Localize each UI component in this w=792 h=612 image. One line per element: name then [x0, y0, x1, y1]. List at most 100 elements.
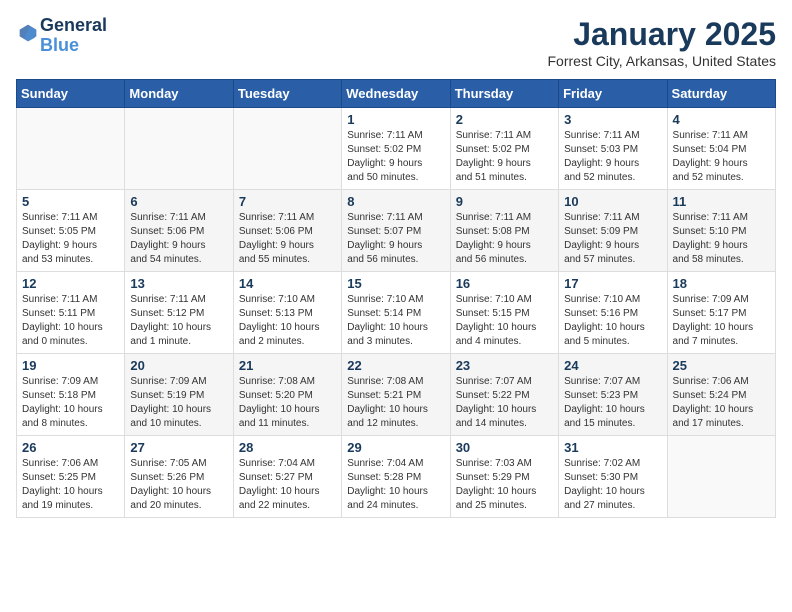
- calendar-cell: 1 Sunrise: 7:11 AMSunset: 5:02 PMDaylight…: [342, 108, 450, 190]
- col-header-tuesday: Tuesday: [233, 80, 341, 108]
- calendar-cell: 27Sunrise: 7:05 AMSunset: 5:26 PMDayligh…: [125, 436, 233, 518]
- day-info: Sunrise: 7:10 AMSunset: 5:14 PMDaylight:…: [347, 293, 444, 349]
- calendar-cell: 5 Sunrise: 7:11 AMSunset: 5:05 PMDaylight…: [17, 190, 125, 272]
- day-number: 11: [673, 194, 770, 209]
- day-info: Sunrise: 7:07 AMSunset: 5:23 PMDaylight:…: [564, 375, 661, 431]
- calendar-cell: 7 Sunrise: 7:11 AMSunset: 5:06 PMDaylight…: [233, 190, 341, 272]
- day-info: Sunrise: 7:10 AMSunset: 5:15 PMDaylight:…: [456, 293, 553, 349]
- calendar-cell: 6 Sunrise: 7:11 AMSunset: 5:06 PMDaylight…: [125, 190, 233, 272]
- day-info: Sunrise: 7:11 AMSunset: 5:06 PMDaylight:…: [239, 211, 336, 267]
- col-header-monday: Monday: [125, 80, 233, 108]
- day-number: 12: [22, 276, 119, 291]
- day-info: Sunrise: 7:10 AMSunset: 5:13 PMDaylight:…: [239, 293, 336, 349]
- day-info: Sunrise: 7:11 AMSunset: 5:09 PMDaylight:…: [564, 211, 661, 267]
- day-info: Sunrise: 7:11 AMSunset: 5:05 PMDaylight:…: [22, 211, 119, 267]
- calendar-cell: 31 Sunrise: 7:02 AMSunset: 5:30 PMDayligh…: [559, 436, 667, 518]
- calendar-cell: 9Sunrise: 7:11 AMSunset: 5:08 PMDaylight…: [450, 190, 558, 272]
- day-number: 1: [347, 112, 444, 127]
- calendar-cell: [125, 108, 233, 190]
- day-info: Sunrise: 7:11 AMSunset: 5:04 PMDaylight:…: [673, 129, 770, 185]
- calendar-cell: 2 Sunrise: 7:11 AMSunset: 5:02 PMDaylight…: [450, 108, 558, 190]
- calendar-cell: [17, 108, 125, 190]
- day-number: 14: [239, 276, 336, 291]
- calendar-cell: 29 Sunrise: 7:04 AMSunset: 5:28 PMDayligh…: [342, 436, 450, 518]
- day-number: 29: [347, 440, 444, 455]
- col-header-wednesday: Wednesday: [342, 80, 450, 108]
- calendar-cell: 24Sunrise: 7:07 AMSunset: 5:23 PMDayligh…: [559, 354, 667, 436]
- day-number: 26: [22, 440, 119, 455]
- calendar-week-row: 5 Sunrise: 7:11 AMSunset: 5:05 PMDaylight…: [17, 190, 776, 272]
- calendar-week-row: 1 Sunrise: 7:11 AMSunset: 5:02 PMDaylight…: [17, 108, 776, 190]
- calendar-cell: 3 Sunrise: 7:11 AMSunset: 5:03 PMDaylight…: [559, 108, 667, 190]
- day-number: 7: [239, 194, 336, 209]
- calendar-cell: 18 Sunrise: 7:09 AMSunset: 5:17 PMDayligh…: [667, 272, 775, 354]
- day-number: 21: [239, 358, 336, 373]
- day-info: Sunrise: 7:09 AMSunset: 5:19 PMDaylight:…: [130, 375, 227, 431]
- calendar-cell: 20 Sunrise: 7:09 AMSunset: 5:19 PMDayligh…: [125, 354, 233, 436]
- day-number: 6: [130, 194, 227, 209]
- day-info: Sunrise: 7:03 AMSunset: 5:29 PMDaylight:…: [456, 457, 553, 513]
- logo-line2: Blue: [40, 36, 107, 56]
- day-number: 5: [22, 194, 119, 209]
- calendar-table: SundayMondayTuesdayWednesdayThursdayFrid…: [16, 79, 776, 518]
- calendar-cell: 4 Sunrise: 7:11 AMSunset: 5:04 PMDaylight…: [667, 108, 775, 190]
- day-info: Sunrise: 7:10 AMSunset: 5:16 PMDaylight:…: [564, 293, 661, 349]
- calendar-cell: 21 Sunrise: 7:08 AMSunset: 5:20 PMDayligh…: [233, 354, 341, 436]
- day-number: 15: [347, 276, 444, 291]
- day-number: 25: [673, 358, 770, 373]
- day-number: 10: [564, 194, 661, 209]
- day-info: Sunrise: 7:04 AMSunset: 5:28 PMDaylight:…: [347, 457, 444, 513]
- logo: General Blue: [16, 16, 107, 56]
- day-info: Sunrise: 7:08 AMSunset: 5:21 PMDaylight:…: [347, 375, 444, 431]
- day-number: 19: [22, 358, 119, 373]
- day-number: 9: [456, 194, 553, 209]
- day-info: Sunrise: 7:11 AMSunset: 5:02 PMDaylight:…: [456, 129, 553, 185]
- day-number: 16: [456, 276, 553, 291]
- day-info: Sunrise: 7:11 AMSunset: 5:12 PMDaylight:…: [130, 293, 227, 349]
- calendar-cell: 22 Sunrise: 7:08 AMSunset: 5:21 PMDayligh…: [342, 354, 450, 436]
- day-number: 22: [347, 358, 444, 373]
- day-info: Sunrise: 7:09 AMSunset: 5:17 PMDaylight:…: [673, 293, 770, 349]
- day-info: Sunrise: 7:04 AMSunset: 5:27 PMDaylight:…: [239, 457, 336, 513]
- col-header-sunday: Sunday: [17, 80, 125, 108]
- day-number: 2: [456, 112, 553, 127]
- day-info: Sunrise: 7:07 AMSunset: 5:22 PMDaylight:…: [456, 375, 553, 431]
- day-number: 30: [456, 440, 553, 455]
- calendar-cell: 25Sunrise: 7:06 AMSunset: 5:24 PMDayligh…: [667, 354, 775, 436]
- day-number: 13: [130, 276, 227, 291]
- day-info: Sunrise: 7:11 AMSunset: 5:07 PMDaylight:…: [347, 211, 444, 267]
- col-header-thursday: Thursday: [450, 80, 558, 108]
- calendar-cell: [667, 436, 775, 518]
- day-info: Sunrise: 7:11 AMSunset: 5:11 PMDaylight:…: [22, 293, 119, 349]
- calendar-cell: 30 Sunrise: 7:03 AMSunset: 5:29 PMDayligh…: [450, 436, 558, 518]
- day-number: 27: [130, 440, 227, 455]
- day-number: 28: [239, 440, 336, 455]
- day-info: Sunrise: 7:11 AMSunset: 5:02 PMDaylight:…: [347, 129, 444, 185]
- location-subtitle: Forrest City, Arkansas, United States: [548, 53, 777, 69]
- day-info: Sunrise: 7:09 AMSunset: 5:18 PMDaylight:…: [22, 375, 119, 431]
- calendar-header-row: SundayMondayTuesdayWednesdayThursdayFrid…: [17, 80, 776, 108]
- day-info: Sunrise: 7:06 AMSunset: 5:25 PMDaylight:…: [22, 457, 119, 513]
- day-info: Sunrise: 7:02 AMSunset: 5:30 PMDaylight:…: [564, 457, 661, 513]
- day-number: 18: [673, 276, 770, 291]
- col-header-saturday: Saturday: [667, 80, 775, 108]
- day-number: 31: [564, 440, 661, 455]
- calendar-cell: 12 Sunrise: 7:11 AMSunset: 5:11 PMDayligh…: [17, 272, 125, 354]
- day-number: 3: [564, 112, 661, 127]
- day-info: Sunrise: 7:11 AMSunset: 5:06 PMDaylight:…: [130, 211, 227, 267]
- calendar-cell: 23 Sunrise: 7:07 AMSunset: 5:22 PMDayligh…: [450, 354, 558, 436]
- day-info: Sunrise: 7:08 AMSunset: 5:20 PMDaylight:…: [239, 375, 336, 431]
- calendar-cell: 26 Sunrise: 7:06 AMSunset: 5:25 PMDayligh…: [17, 436, 125, 518]
- day-number: 4: [673, 112, 770, 127]
- col-header-friday: Friday: [559, 80, 667, 108]
- day-number: 17: [564, 276, 661, 291]
- calendar-cell: 11Sunrise: 7:11 AMSunset: 5:10 PMDayligh…: [667, 190, 775, 272]
- day-info: Sunrise: 7:11 AMSunset: 5:03 PMDaylight:…: [564, 129, 661, 185]
- day-number: 23: [456, 358, 553, 373]
- day-number: 20: [130, 358, 227, 373]
- calendar-cell: 14 Sunrise: 7:10 AMSunset: 5:13 PMDayligh…: [233, 272, 341, 354]
- month-title: January 2025: [548, 16, 777, 53]
- calendar-cell: 16 Sunrise: 7:10 AMSunset: 5:15 PMDayligh…: [450, 272, 558, 354]
- title-block: January 2025 Forrest City, Arkansas, Uni…: [548, 16, 777, 69]
- calendar-cell: 13 Sunrise: 7:11 AMSunset: 5:12 PMDayligh…: [125, 272, 233, 354]
